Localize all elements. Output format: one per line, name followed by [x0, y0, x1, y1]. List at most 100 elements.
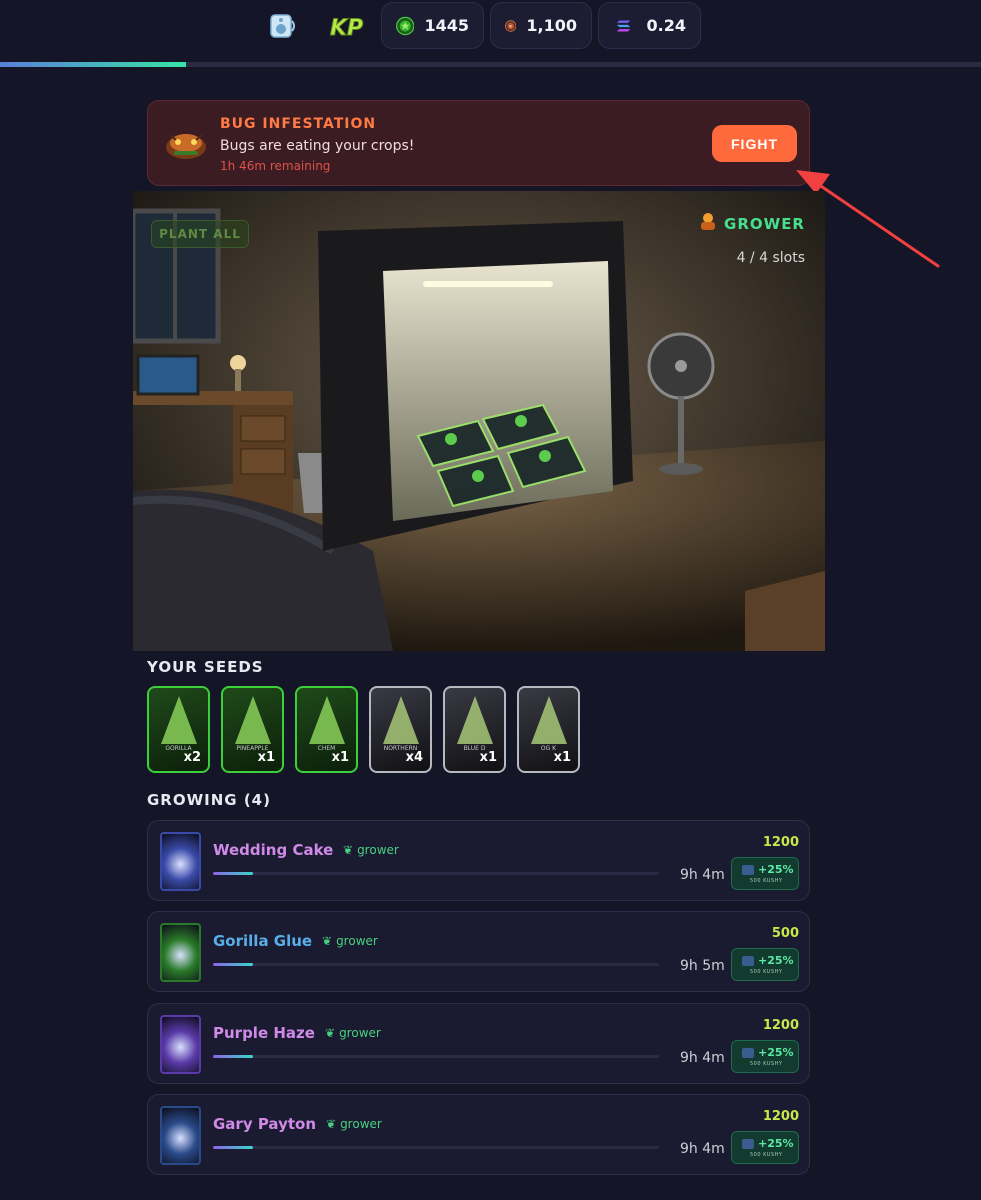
seed-plant-icon [309, 696, 345, 744]
seed-card[interactable]: BLUE D x1 [443, 686, 506, 773]
plant-role: ❦ grower [325, 1026, 381, 1040]
seed-card[interactable]: OG K x1 [517, 686, 580, 773]
seed-plant-icon [235, 696, 271, 744]
plant-name: Wedding Cake [213, 841, 334, 859]
plant-yield: 1200 [762, 1018, 799, 1033]
boost-cost: 500 KUSHY [750, 969, 783, 975]
top-bar: KP 1445 K 1,100 0.24 [0, 0, 981, 62]
plant-role: ❦ grower [322, 934, 378, 948]
plant-thumbnail [160, 923, 201, 982]
green-currency-value: 1445 [424, 16, 469, 35]
boost-percent: +25% [758, 863, 794, 876]
loading-progress-bar [0, 62, 981, 67]
plant-name: Gorilla Glue [213, 932, 313, 950]
plant-progress-bar [213, 963, 659, 966]
seed-quantity: x2 [183, 750, 201, 765]
svg-text:KP: KP [330, 16, 363, 40]
growing-section-title: GROWING (4) [147, 791, 271, 809]
seed-plant-icon [531, 696, 567, 744]
plant-progress-bar [213, 1146, 659, 1149]
plant-role-label: grower [336, 934, 378, 948]
leaf-icon: ❦ [322, 934, 333, 948]
seed-card[interactable]: NORTHERN x4 [369, 686, 432, 773]
plant-all-button[interactable]: PLANT ALL [151, 220, 249, 248]
seeds-list: GORILLA x2 PINEAPPLE x1 CHEM x1 NORTHERN… [147, 686, 580, 773]
boost-cost: 500 KUSHY [750, 1061, 783, 1067]
sol-currency-pill[interactable]: 0.24 [598, 2, 701, 49]
plant-time-remaining: 9h 5m [680, 958, 725, 974]
plant-role-label: grower [339, 1026, 381, 1040]
solana-icon [616, 20, 631, 31]
kp-logo-icon[interactable]: KP [326, 6, 370, 46]
seed-quantity: x1 [331, 750, 349, 765]
boost-cost: 500 KUSHY [750, 1152, 783, 1158]
grow-room-scene: PLANT ALL GROWER 4 / 4 slots [133, 191, 825, 651]
speaker-icon[interactable] [263, 6, 303, 46]
plant-progress-fill [213, 872, 254, 875]
banner-description: Bugs are eating your crops! [220, 138, 415, 154]
boost-token-icon [742, 956, 754, 966]
grow-room-illustration [133, 191, 825, 651]
green-currency-pill[interactable]: 1445 [381, 2, 484, 49]
bronze-coin-icon: K [505, 19, 517, 32]
seed-card[interactable]: CHEM x1 [295, 686, 358, 773]
grower-role-label: GROWER [724, 215, 805, 233]
plant-role-label: grower [340, 1117, 382, 1131]
plant-progress-bar [213, 1055, 659, 1058]
seeds-section-title: YOUR SEEDS [147, 658, 264, 676]
seed-plant-icon [383, 696, 419, 744]
plant-yield: 1200 [762, 835, 799, 850]
plant-progress-fill [213, 1055, 254, 1058]
plant-time-remaining: 9h 4m [680, 867, 725, 883]
slots-count: 4 / 4 slots [736, 250, 805, 266]
plant-name: Gary Payton [213, 1115, 317, 1133]
fight-button[interactable]: FIGHT [712, 125, 797, 162]
boost-token-icon [742, 865, 754, 875]
plant-role-label: grower [357, 843, 399, 857]
bug-infestation-banner: BUG INFESTATION Bugs are eating your cro… [147, 100, 810, 186]
boost-percent: +25% [758, 1137, 794, 1150]
boost-token-icon [742, 1139, 754, 1149]
seed-card[interactable]: PINEAPPLE x1 [221, 686, 284, 773]
leaf-icon: ❦ [326, 1117, 337, 1131]
boost-button[interactable]: +25% 500 KUSHY [731, 1040, 799, 1073]
seed-quantity: x1 [553, 750, 571, 765]
seed-quantity: x4 [405, 750, 423, 765]
bronze-currency-value: 1,100 [526, 16, 577, 35]
plant-time-remaining: 9h 4m [680, 1141, 725, 1157]
plant-name: Purple Haze [213, 1024, 315, 1042]
plant-progress-fill [213, 963, 254, 966]
sol-currency-value: 0.24 [646, 16, 686, 35]
seed-plant-icon [161, 696, 197, 744]
loading-progress-fill [0, 62, 187, 67]
growing-plant-card[interactable]: Purple Haze ❦ grower 9h 4m 1200 +25% 500 … [147, 1003, 810, 1084]
plant-thumbnail [160, 1015, 201, 1074]
plant-role: ❦ grower [343, 843, 399, 857]
plant-thumbnail [160, 832, 201, 891]
seed-card[interactable]: GORILLA x2 [147, 686, 210, 773]
bronze-currency-pill[interactable]: K 1,100 [490, 2, 592, 49]
boost-percent: +25% [758, 1046, 794, 1059]
boost-percent: +25% [758, 954, 794, 967]
boost-cost: 500 KUSHY [750, 878, 783, 884]
growing-plant-card[interactable]: Gorilla Glue ❦ grower 9h 5m 500 +25% 500 … [147, 911, 810, 992]
plant-progress-fill [213, 1146, 254, 1149]
plant-time-remaining: 9h 4m [680, 1050, 725, 1066]
growing-plant-card[interactable]: Gary Payton ❦ grower 9h 4m 1200 +25% 500 … [147, 1094, 810, 1175]
boost-button[interactable]: +25% 500 KUSHY [731, 857, 799, 890]
seed-plant-icon [457, 696, 493, 744]
growing-plant-card[interactable]: Wedding Cake ❦ grower 9h 4m 1200 +25% 500… [147, 820, 810, 901]
seed-quantity: x1 [257, 750, 275, 765]
boost-token-icon [742, 1048, 754, 1058]
leaf-icon: ❦ [343, 843, 354, 857]
plant-progress-bar [213, 872, 659, 875]
grower-badge-icon [701, 213, 715, 230]
plant-yield: 1200 [762, 1109, 799, 1124]
plant-role: ❦ grower [326, 1117, 382, 1131]
boost-button[interactable]: +25% 500 KUSHY [731, 1131, 799, 1164]
boost-button[interactable]: +25% 500 KUSHY [731, 948, 799, 981]
plant-thumbnail [160, 1106, 201, 1165]
leaf-icon: ❦ [325, 1026, 336, 1040]
banner-time-remaining: 1h 46m remaining [220, 159, 331, 173]
green-coin-icon [396, 16, 415, 35]
